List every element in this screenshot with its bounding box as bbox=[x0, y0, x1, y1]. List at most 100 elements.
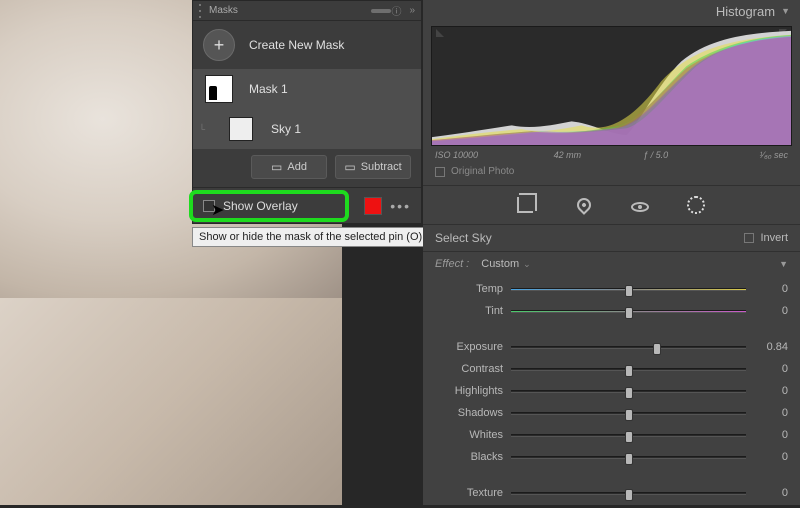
show-overlay-label[interactable]: Show Overlay bbox=[223, 199, 356, 213]
subtract-mask-button[interactable]: ▭ Subtract bbox=[335, 155, 411, 179]
panel-grip-icon[interactable] bbox=[371, 9, 391, 13]
slider-value[interactable]: 0.84 bbox=[754, 341, 788, 353]
show-overlay-checkbox[interactable] bbox=[203, 200, 215, 212]
tool-strip bbox=[423, 185, 800, 225]
slider-track[interactable] bbox=[511, 428, 746, 442]
masks-panel-footer: Show Overlay ••• bbox=[193, 187, 421, 223]
histogram-header[interactable]: Histogram ▼ bbox=[423, 0, 800, 22]
slider-label: Texture bbox=[435, 487, 503, 499]
slider-label: Contrast bbox=[435, 363, 503, 375]
tooltip: Show or hide the mask of the selected pi… bbox=[192, 227, 429, 247]
masks-panel: Masks ⓘ » + Create New Mask Mask 1 └ Sky… bbox=[192, 0, 422, 224]
original-photo-checkbox[interactable] bbox=[435, 167, 445, 177]
slider-track[interactable] bbox=[511, 282, 746, 296]
healing-tool-icon[interactable] bbox=[573, 198, 595, 212]
right-panel: Histogram ▼ ISO 10000 42 mm ƒ / 5.0 ¹⁄₆₀… bbox=[423, 0, 800, 505]
slider-label: Highlights bbox=[435, 385, 503, 397]
overlay-color-swatch[interactable] bbox=[364, 197, 382, 215]
masking-tool-icon[interactable] bbox=[685, 196, 707, 214]
info-icon[interactable]: ⓘ bbox=[391, 3, 401, 18]
slider-track[interactable] bbox=[511, 340, 746, 354]
slider-thumb[interactable] bbox=[653, 343, 661, 355]
nesting-icon: └ bbox=[193, 124, 211, 134]
crop-tool-icon[interactable] bbox=[517, 197, 539, 213]
add-label: Add bbox=[287, 161, 307, 173]
slider-value[interactable]: 0 bbox=[754, 363, 788, 375]
slider-row-exposure: Exposure 0.84 bbox=[435, 336, 788, 358]
section-disclosure-icon[interactable]: ▼ bbox=[779, 259, 788, 269]
slider-group-tone: Exposure 0.84 Contrast 0 Highlights 0 Shadows 0… bbox=[423, 334, 800, 472]
subtract-rect-icon: ▭ bbox=[344, 160, 355, 174]
create-new-mask-button[interactable]: + Create New Mask bbox=[193, 21, 421, 69]
slider-value[interactable]: 0 bbox=[754, 283, 788, 295]
slider-track[interactable] bbox=[511, 406, 746, 420]
slider-row-blacks: Blacks 0 bbox=[435, 446, 788, 468]
plus-icon: + bbox=[203, 29, 235, 61]
slider-thumb[interactable] bbox=[625, 365, 633, 377]
mask-item-mask1[interactable]: Mask 1 bbox=[193, 69, 421, 109]
effect-dropdown-icon[interactable]: ⌄ bbox=[523, 259, 531, 270]
slider-value[interactable]: 0 bbox=[754, 305, 788, 317]
exif-shutter: ¹⁄₆₀ sec bbox=[700, 150, 788, 160]
slider-group-presence: Texture 0 bbox=[423, 480, 800, 508]
mask-source-row: Select Sky Invert bbox=[423, 225, 800, 252]
slider-row-tint: Tint 0 bbox=[435, 300, 788, 322]
slider-label: Exposure bbox=[435, 341, 503, 353]
slider-track[interactable] bbox=[511, 304, 746, 318]
more-options-icon[interactable]: ••• bbox=[390, 198, 411, 214]
slider-thumb[interactable] bbox=[625, 387, 633, 399]
slider-track[interactable] bbox=[511, 362, 746, 376]
slider-row-shadows: Shadows 0 bbox=[435, 402, 788, 424]
create-new-mask-label: Create New Mask bbox=[249, 38, 344, 52]
slider-value[interactable]: 0 bbox=[754, 487, 788, 499]
exif-aperture: ƒ / 5.0 bbox=[612, 150, 700, 160]
original-photo-row[interactable]: Original Photo bbox=[423, 164, 800, 183]
slider-thumb[interactable] bbox=[625, 409, 633, 421]
slider-thumb[interactable] bbox=[625, 431, 633, 443]
mask-name: Mask 1 bbox=[249, 82, 411, 96]
effect-value: Custom bbox=[481, 258, 519, 270]
histogram-chart[interactable] bbox=[431, 26, 792, 146]
histogram-title: Histogram bbox=[716, 4, 775, 19]
exif-iso: ISO 10000 bbox=[435, 150, 523, 160]
masks-panel-title: Masks bbox=[209, 5, 371, 16]
slider-row-highlights: Highlights 0 bbox=[435, 380, 788, 402]
disclosure-triangle-icon[interactable]: ▼ bbox=[781, 6, 790, 16]
slider-value[interactable]: 0 bbox=[754, 451, 788, 463]
masks-panel-header[interactable]: Masks ⓘ » bbox=[193, 1, 421, 21]
slider-thumb[interactable] bbox=[625, 489, 633, 501]
add-mask-button[interactable]: ▭ Add bbox=[251, 155, 327, 179]
original-photo-label: Original Photo bbox=[451, 166, 514, 177]
invert-label: Invert bbox=[760, 232, 788, 244]
slider-thumb[interactable] bbox=[625, 307, 633, 319]
invert-checkbox[interactable] bbox=[744, 233, 754, 243]
subtract-label: Subtract bbox=[361, 161, 402, 173]
slider-track[interactable] bbox=[511, 384, 746, 398]
slider-value[interactable]: 0 bbox=[754, 385, 788, 397]
exif-focal: 42 mm bbox=[523, 150, 611, 160]
slider-label: Shadows bbox=[435, 407, 503, 419]
drag-handle-icon[interactable] bbox=[199, 4, 205, 18]
slider-label: Whites bbox=[435, 429, 503, 441]
slider-label: Tint bbox=[435, 305, 503, 317]
mask-thumb bbox=[225, 113, 257, 145]
slider-value[interactable]: 0 bbox=[754, 429, 788, 441]
slider-row-whites: Whites 0 bbox=[435, 424, 788, 446]
exif-meta-row: ISO 10000 42 mm ƒ / 5.0 ¹⁄₆₀ sec bbox=[423, 146, 800, 164]
collapse-icon[interactable]: » bbox=[409, 5, 415, 16]
slider-row-contrast: Contrast 0 bbox=[435, 358, 788, 380]
slider-group-wb: Temp0Tint0 bbox=[423, 276, 800, 326]
slider-row-texture: Texture 0 bbox=[435, 482, 788, 504]
slider-label: Blacks bbox=[435, 451, 503, 463]
slider-thumb[interactable] bbox=[625, 285, 633, 297]
slider-track[interactable] bbox=[511, 486, 746, 500]
slider-value[interactable]: 0 bbox=[754, 407, 788, 419]
mask-item-sky1[interactable]: └ Sky 1 bbox=[193, 109, 421, 149]
image-preview-bottom bbox=[0, 298, 342, 505]
effect-row[interactable]: Effect : Custom ⌄ ▼ bbox=[423, 252, 800, 276]
redeye-tool-icon[interactable] bbox=[629, 198, 651, 212]
slider-thumb[interactable] bbox=[625, 453, 633, 465]
mask-name: Sky 1 bbox=[271, 122, 411, 136]
slider-track[interactable] bbox=[511, 450, 746, 464]
add-rect-icon: ▭ bbox=[271, 160, 282, 174]
